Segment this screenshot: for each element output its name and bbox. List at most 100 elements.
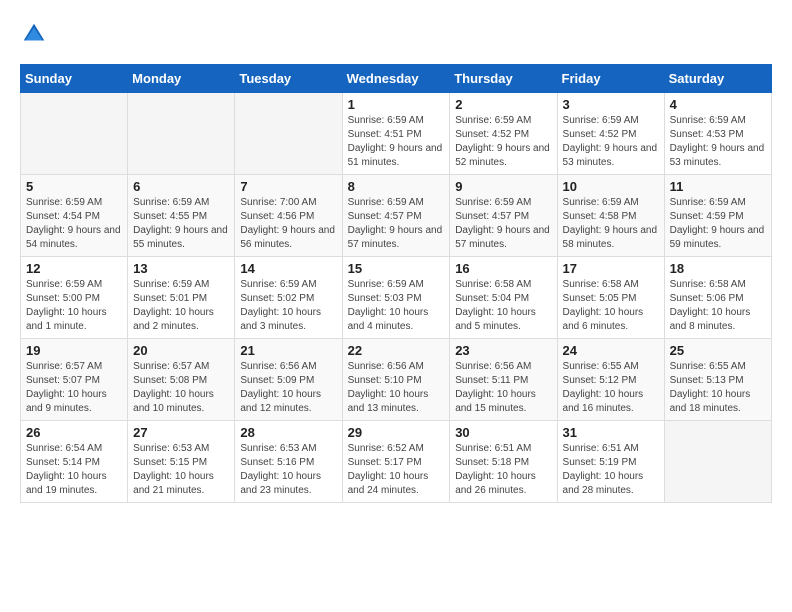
- day-of-week-header: Tuesday: [235, 65, 342, 93]
- day-of-week-header: Wednesday: [342, 65, 450, 93]
- day-number: 26: [26, 425, 122, 440]
- day-info: Sunrise: 6:59 AM Sunset: 4:53 PM Dayligh…: [670, 114, 766, 170]
- calendar-cell: 29 Sunrise: 6:52 AM Sunset: 5:17 PM Dayli…: [342, 421, 450, 503]
- day-info: Sunrise: 6:59 AM Sunset: 4:57 PM Dayligh…: [455, 196, 551, 252]
- calendar-cell: 17 Sunrise: 6:58 AM Sunset: 5:05 PM Dayli…: [557, 257, 664, 339]
- calendar-cell: 20Sunrise: 6:57 AM Sunset: 5:08 PM Dayli…: [128, 339, 235, 421]
- day-info: Sunrise: 6:56 AM Sunset: 5:11 PM Dayligh…: [455, 360, 551, 416]
- day-info: Sunrise: 6:58 AM Sunset: 5:05 PM Dayligh…: [563, 278, 659, 334]
- day-number: 22: [348, 343, 445, 358]
- day-number: 2: [455, 97, 551, 112]
- day-info: Sunrise: 6:59 AM Sunset: 4:58 PM Dayligh…: [563, 196, 659, 252]
- day-info: Sunrise: 6:59 AM Sunset: 5:01 PM Dayligh…: [133, 278, 229, 334]
- calendar-cell: 12 Sunrise: 6:59 AM Sunset: 5:00 PM Dayli…: [21, 257, 128, 339]
- calendar-cell: 4 Sunrise: 6:59 AM Sunset: 4:53 PM Daylig…: [664, 93, 771, 175]
- calendar-cell: [235, 93, 342, 175]
- calendar-cell: [664, 421, 771, 503]
- calendar-cell: 31Sunrise: 6:51 AM Sunset: 5:19 PM Dayli…: [557, 421, 664, 503]
- day-number: 21: [240, 343, 336, 358]
- day-info: Sunrise: 6:59 AM Sunset: 5:00 PM Dayligh…: [26, 278, 122, 334]
- page-header: [20, 20, 772, 48]
- day-of-week-header: Thursday: [450, 65, 557, 93]
- day-info: Sunrise: 6:59 AM Sunset: 4:57 PM Dayligh…: [348, 196, 445, 252]
- day-number: 17: [563, 261, 659, 276]
- calendar-table: SundayMondayTuesdayWednesdayThursdayFrid…: [20, 64, 772, 503]
- day-info: Sunrise: 6:52 AM Sunset: 5:17 PM Dayligh…: [348, 442, 445, 498]
- day-info: Sunrise: 6:54 AM Sunset: 5:14 PM Dayligh…: [26, 442, 122, 498]
- calendar-cell: 28Sunrise: 6:53 AM Sunset: 5:16 PM Dayli…: [235, 421, 342, 503]
- calendar-cell: 9 Sunrise: 6:59 AM Sunset: 4:57 PM Daylig…: [450, 175, 557, 257]
- day-number: 9: [455, 179, 551, 194]
- day-of-week-header: Monday: [128, 65, 235, 93]
- day-number: 15: [348, 261, 445, 276]
- calendar-cell: 13 Sunrise: 6:59 AM Sunset: 5:01 PM Dayli…: [128, 257, 235, 339]
- day-of-week-header: Saturday: [664, 65, 771, 93]
- calendar-cell: 3 Sunrise: 6:59 AM Sunset: 4:52 PM Daylig…: [557, 93, 664, 175]
- logo: [20, 20, 52, 48]
- calendar-cell: 2 Sunrise: 6:59 AM Sunset: 4:52 PM Daylig…: [450, 93, 557, 175]
- calendar-cell: 22 Sunrise: 6:56 AM Sunset: 5:10 PM Dayli…: [342, 339, 450, 421]
- day-info: Sunrise: 7:00 AM Sunset: 4:56 PM Dayligh…: [240, 196, 336, 252]
- day-info: Sunrise: 6:55 AM Sunset: 5:13 PM Dayligh…: [670, 360, 766, 416]
- calendar-cell: 6Sunrise: 6:59 AM Sunset: 4:55 PM Daylig…: [128, 175, 235, 257]
- calendar-cell: 15Sunrise: 6:59 AM Sunset: 5:03 PM Dayli…: [342, 257, 450, 339]
- calendar-cell: 16 Sunrise: 6:58 AM Sunset: 5:04 PM Dayli…: [450, 257, 557, 339]
- calendar-cell: 18 Sunrise: 6:58 AM Sunset: 5:06 PM Dayli…: [664, 257, 771, 339]
- day-info: Sunrise: 6:53 AM Sunset: 5:15 PM Dayligh…: [133, 442, 229, 498]
- day-number: 30: [455, 425, 551, 440]
- day-number: 13: [133, 261, 229, 276]
- day-number: 7: [240, 179, 336, 194]
- day-number: 4: [670, 97, 766, 112]
- calendar-cell: 26 Sunrise: 6:54 AM Sunset: 5:14 PM Dayli…: [21, 421, 128, 503]
- day-info: Sunrise: 6:58 AM Sunset: 5:04 PM Dayligh…: [455, 278, 551, 334]
- day-info: Sunrise: 6:59 AM Sunset: 4:51 PM Dayligh…: [348, 114, 445, 170]
- calendar-cell: 5Sunrise: 6:59 AM Sunset: 4:54 PM Daylig…: [21, 175, 128, 257]
- calendar-week-row: 26 Sunrise: 6:54 AM Sunset: 5:14 PM Dayli…: [21, 421, 772, 503]
- calendar-week-row: 1 Sunrise: 6:59 AM Sunset: 4:51 PM Daylig…: [21, 93, 772, 175]
- day-info: Sunrise: 6:59 AM Sunset: 4:59 PM Dayligh…: [670, 196, 766, 252]
- calendar-cell: 23Sunrise: 6:56 AM Sunset: 5:11 PM Dayli…: [450, 339, 557, 421]
- day-info: Sunrise: 6:59 AM Sunset: 4:52 PM Dayligh…: [455, 114, 551, 170]
- day-number: 12: [26, 261, 122, 276]
- day-number: 8: [348, 179, 445, 194]
- day-of-week-header: Sunday: [21, 65, 128, 93]
- day-info: Sunrise: 6:56 AM Sunset: 5:10 PM Dayligh…: [348, 360, 445, 416]
- day-info: Sunrise: 6:59 AM Sunset: 4:55 PM Dayligh…: [133, 196, 229, 252]
- day-number: 3: [563, 97, 659, 112]
- calendar-week-row: 5Sunrise: 6:59 AM Sunset: 4:54 PM Daylig…: [21, 175, 772, 257]
- calendar-cell: 19 Sunrise: 6:57 AM Sunset: 5:07 PM Dayli…: [21, 339, 128, 421]
- day-number: 31: [563, 425, 659, 440]
- day-number: 19: [26, 343, 122, 358]
- calendar-cell: [128, 93, 235, 175]
- day-info: Sunrise: 6:56 AM Sunset: 5:09 PM Dayligh…: [240, 360, 336, 416]
- day-number: 1: [348, 97, 445, 112]
- day-info: Sunrise: 6:55 AM Sunset: 5:12 PM Dayligh…: [563, 360, 659, 416]
- calendar-cell: 10Sunrise: 6:59 AM Sunset: 4:58 PM Dayli…: [557, 175, 664, 257]
- day-info: Sunrise: 6:59 AM Sunset: 5:02 PM Dayligh…: [240, 278, 336, 334]
- calendar-cell: 11 Sunrise: 6:59 AM Sunset: 4:59 PM Dayli…: [664, 175, 771, 257]
- day-number: 29: [348, 425, 445, 440]
- day-of-week-header: Friday: [557, 65, 664, 93]
- day-number: 25: [670, 343, 766, 358]
- calendar-cell: 1 Sunrise: 6:59 AM Sunset: 4:51 PM Daylig…: [342, 93, 450, 175]
- calendar-cell: 30 Sunrise: 6:51 AM Sunset: 5:18 PM Dayli…: [450, 421, 557, 503]
- calendar-cell: 25 Sunrise: 6:55 AM Sunset: 5:13 PM Dayli…: [664, 339, 771, 421]
- day-number: 27: [133, 425, 229, 440]
- calendar-cell: 21 Sunrise: 6:56 AM Sunset: 5:09 PM Dayli…: [235, 339, 342, 421]
- day-info: Sunrise: 6:58 AM Sunset: 5:06 PM Dayligh…: [670, 278, 766, 334]
- day-number: 14: [240, 261, 336, 276]
- day-info: Sunrise: 6:51 AM Sunset: 5:18 PM Dayligh…: [455, 442, 551, 498]
- day-info: Sunrise: 6:59 AM Sunset: 4:54 PM Dayligh…: [26, 196, 122, 252]
- day-info: Sunrise: 6:57 AM Sunset: 5:08 PM Dayligh…: [133, 360, 229, 416]
- logo-icon: [20, 20, 48, 48]
- day-info: Sunrise: 6:53 AM Sunset: 5:16 PM Dayligh…: [240, 442, 336, 498]
- day-info: Sunrise: 6:57 AM Sunset: 5:07 PM Dayligh…: [26, 360, 122, 416]
- day-number: 18: [670, 261, 766, 276]
- calendar-cell: 7 Sunrise: 7:00 AM Sunset: 4:56 PM Daylig…: [235, 175, 342, 257]
- day-info: Sunrise: 6:59 AM Sunset: 4:52 PM Dayligh…: [563, 114, 659, 170]
- day-number: 11: [670, 179, 766, 194]
- day-number: 16: [455, 261, 551, 276]
- calendar-cell: [21, 93, 128, 175]
- calendar-cell: 27 Sunrise: 6:53 AM Sunset: 5:15 PM Dayli…: [128, 421, 235, 503]
- calendar-cell: 8 Sunrise: 6:59 AM Sunset: 4:57 PM Daylig…: [342, 175, 450, 257]
